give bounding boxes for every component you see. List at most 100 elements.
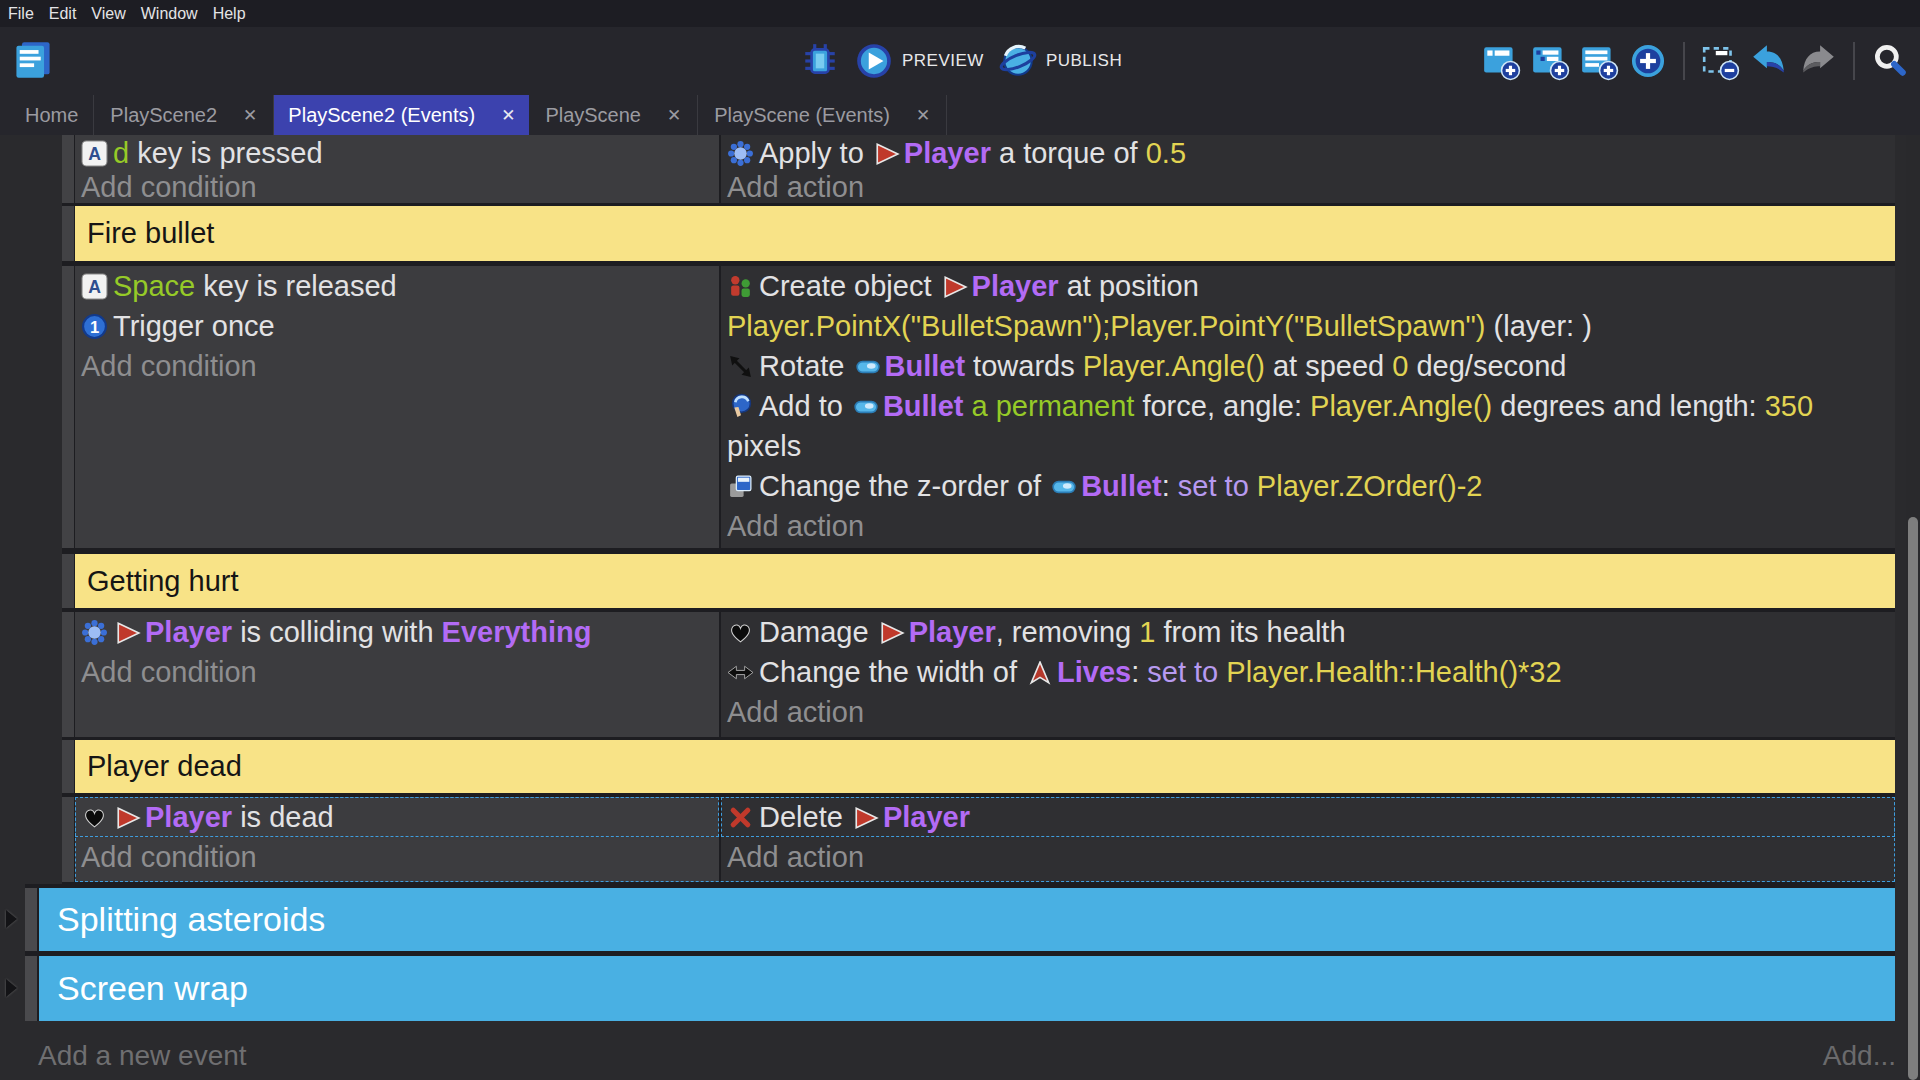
- event-getting-hurt: Player is colliding with Everything Add …: [62, 612, 1895, 737]
- add-subevent-icon[interactable]: [1530, 41, 1570, 81]
- close-tab-icon[interactable]: ✕: [243, 105, 257, 126]
- svg-text:1: 1: [90, 318, 99, 337]
- tab-home[interactable]: Home: [0, 95, 94, 135]
- condition-collision[interactable]: Player is colliding with Everything: [75, 612, 719, 652]
- action-add-force-wrap[interactable]: pixels: [721, 426, 1895, 466]
- event-apply-torque: Ad key is pressed Add condition Apply to…: [62, 135, 1895, 203]
- event-handle[interactable]: [62, 554, 74, 608]
- event-player-dead: Player is dead Add condition Delete Play…: [62, 797, 1895, 882]
- add-action-button[interactable]: Add action: [721, 837, 1895, 877]
- event-handle[interactable]: [62, 135, 74, 203]
- comment-getting-hurt[interactable]: Getting hurt: [62, 554, 1895, 608]
- add-more-button[interactable]: Add...: [1823, 1040, 1896, 1072]
- action-create-object-wrap[interactable]: Player.PointX("BulletSpawn");Player.Poin…: [721, 306, 1895, 346]
- add-condition-button[interactable]: Add condition: [75, 172, 719, 203]
- create-object-icon: [727, 273, 754, 300]
- toolbar: PREVIEW PUBLISH: [0, 27, 1920, 95]
- delete-selection-icon[interactable]: [1700, 41, 1740, 81]
- event-handle[interactable]: [62, 612, 74, 737]
- event-handle[interactable]: [62, 740, 74, 793]
- player-object-icon: [115, 806, 141, 830]
- action-apply-torque[interactable]: Apply to Player a torque of 0.5: [721, 135, 1895, 172]
- bullet-object-icon: [1051, 475, 1077, 499]
- add-condition-button[interactable]: Add condition: [75, 837, 719, 877]
- close-tab-icon[interactable]: ✕: [667, 105, 681, 126]
- health-heart-icon: [727, 619, 754, 646]
- scrollbar-thumb[interactable]: [1908, 517, 1918, 1080]
- menu-help[interactable]: Help: [213, 5, 246, 23]
- menu-view[interactable]: View: [91, 5, 125, 23]
- add-action-button[interactable]: Add action: [721, 692, 1895, 732]
- keyboard-icon: A: [81, 273, 108, 300]
- group-splitting-asteroids[interactable]: Splitting asteroids: [25, 888, 1895, 951]
- action-change-width[interactable]: Change the width of Lives: set to Player…: [721, 652, 1895, 692]
- add-action-button[interactable]: Add action: [721, 172, 1895, 203]
- event-handle[interactable]: [62, 206, 74, 261]
- action-change-zorder[interactable]: Change the z-order of Bullet: set to Pla…: [721, 466, 1895, 506]
- event-handle[interactable]: [62, 266, 74, 548]
- toolbar-separator: [1683, 42, 1685, 80]
- event-handle[interactable]: [62, 797, 74, 882]
- close-tab-icon[interactable]: ✕: [916, 105, 930, 126]
- expand-arrow-icon[interactable]: [6, 979, 17, 997]
- add-condition-button[interactable]: Add condition: [75, 652, 719, 692]
- debugger-icon[interactable]: [800, 41, 840, 81]
- action-create-object[interactable]: Create object Player at position: [721, 266, 1895, 306]
- player-object-icon: [942, 275, 968, 299]
- delete-x-icon: [727, 804, 754, 831]
- z-order-icon: [727, 473, 754, 500]
- tab-playscene2[interactable]: PlayScene2 ✕: [94, 95, 274, 135]
- group-handle[interactable]: [25, 956, 37, 1021]
- condition-trigger-once[interactable]: 1Trigger once: [75, 306, 719, 346]
- action-add-force[interactable]: Add to Bullet a permanent force, angle: …: [721, 386, 1895, 426]
- menu-edit[interactable]: Edit: [49, 5, 77, 23]
- add-comment-icon[interactable]: [1579, 41, 1619, 81]
- preview-button[interactable]: PREVIEW: [854, 41, 984, 81]
- health-heart-icon: [81, 804, 108, 831]
- menu-file[interactable]: File: [8, 5, 34, 23]
- undo-icon[interactable]: [1749, 41, 1789, 81]
- force-icon: [727, 393, 754, 420]
- player-object-icon: [879, 621, 905, 645]
- add-new-event-button[interactable]: Add a new event: [38, 1040, 247, 1072]
- search-icon[interactable]: [1870, 41, 1910, 81]
- add-condition-button[interactable]: Add condition: [75, 346, 719, 386]
- action-delete-player[interactable]: Delete Player: [721, 797, 1895, 837]
- expand-arrow-icon[interactable]: [6, 910, 17, 928]
- gdevelop-window: File Edit View Window Help: [0, 0, 1920, 1080]
- player-object-icon: [874, 142, 900, 166]
- event-fire-bullet: ASpace key is released 1Trigger once Add…: [62, 266, 1895, 548]
- width-arrows-icon: [727, 659, 754, 686]
- publish-label: PUBLISH: [1046, 51, 1122, 71]
- tab-playscene-events[interactable]: PlayScene (Events) ✕: [698, 95, 947, 135]
- player-object-icon: [853, 806, 879, 830]
- action-damage-player[interactable]: Damage Player, removing 1 from its healt…: [721, 612, 1895, 652]
- condition-key-pressed[interactable]: Ad key is pressed: [75, 135, 719, 172]
- action-rotate-bullet[interactable]: Rotate Bullet towards Player.Angle() at …: [721, 346, 1895, 386]
- condition-key-released[interactable]: ASpace key is released: [75, 266, 719, 306]
- rotate-icon: [727, 353, 754, 380]
- group-screen-wrap[interactable]: Screen wrap: [25, 956, 1895, 1021]
- svg-text:A: A: [88, 277, 101, 297]
- group-handle[interactable]: [25, 888, 37, 951]
- bullet-object-icon: [855, 355, 881, 379]
- close-tab-icon[interactable]: ✕: [501, 105, 515, 126]
- menu-bar: File Edit View Window Help: [0, 0, 1920, 27]
- tab-playscene2-events[interactable]: PlayScene2 (Events) ✕: [274, 95, 529, 135]
- events-footer: [0, 1021, 1920, 1080]
- comment-fire-bullet[interactable]: Fire bullet: [62, 206, 1895, 261]
- add-plus-icon[interactable]: [1628, 41, 1668, 81]
- menu-window[interactable]: Window: [141, 5, 198, 23]
- gdevelop-logo-icon[interactable]: [12, 39, 54, 81]
- redo-icon[interactable]: [1798, 41, 1838, 81]
- tab-playscene[interactable]: PlayScene ✕: [529, 95, 698, 135]
- publish-button[interactable]: PUBLISH: [998, 41, 1122, 81]
- add-action-button[interactable]: Add action: [721, 506, 1895, 546]
- add-event-icon[interactable]: [1481, 41, 1521, 81]
- comment-player-dead[interactable]: Player dead: [62, 740, 1895, 793]
- preview-play-icon: [854, 41, 894, 81]
- bullet-object-icon: [853, 395, 879, 419]
- preview-label: PREVIEW: [902, 51, 984, 71]
- condition-player-dead[interactable]: Player is dead: [75, 797, 719, 837]
- tab-bar: Home PlayScene2 ✕ PlayScene2 (Events) ✕ …: [0, 95, 1920, 135]
